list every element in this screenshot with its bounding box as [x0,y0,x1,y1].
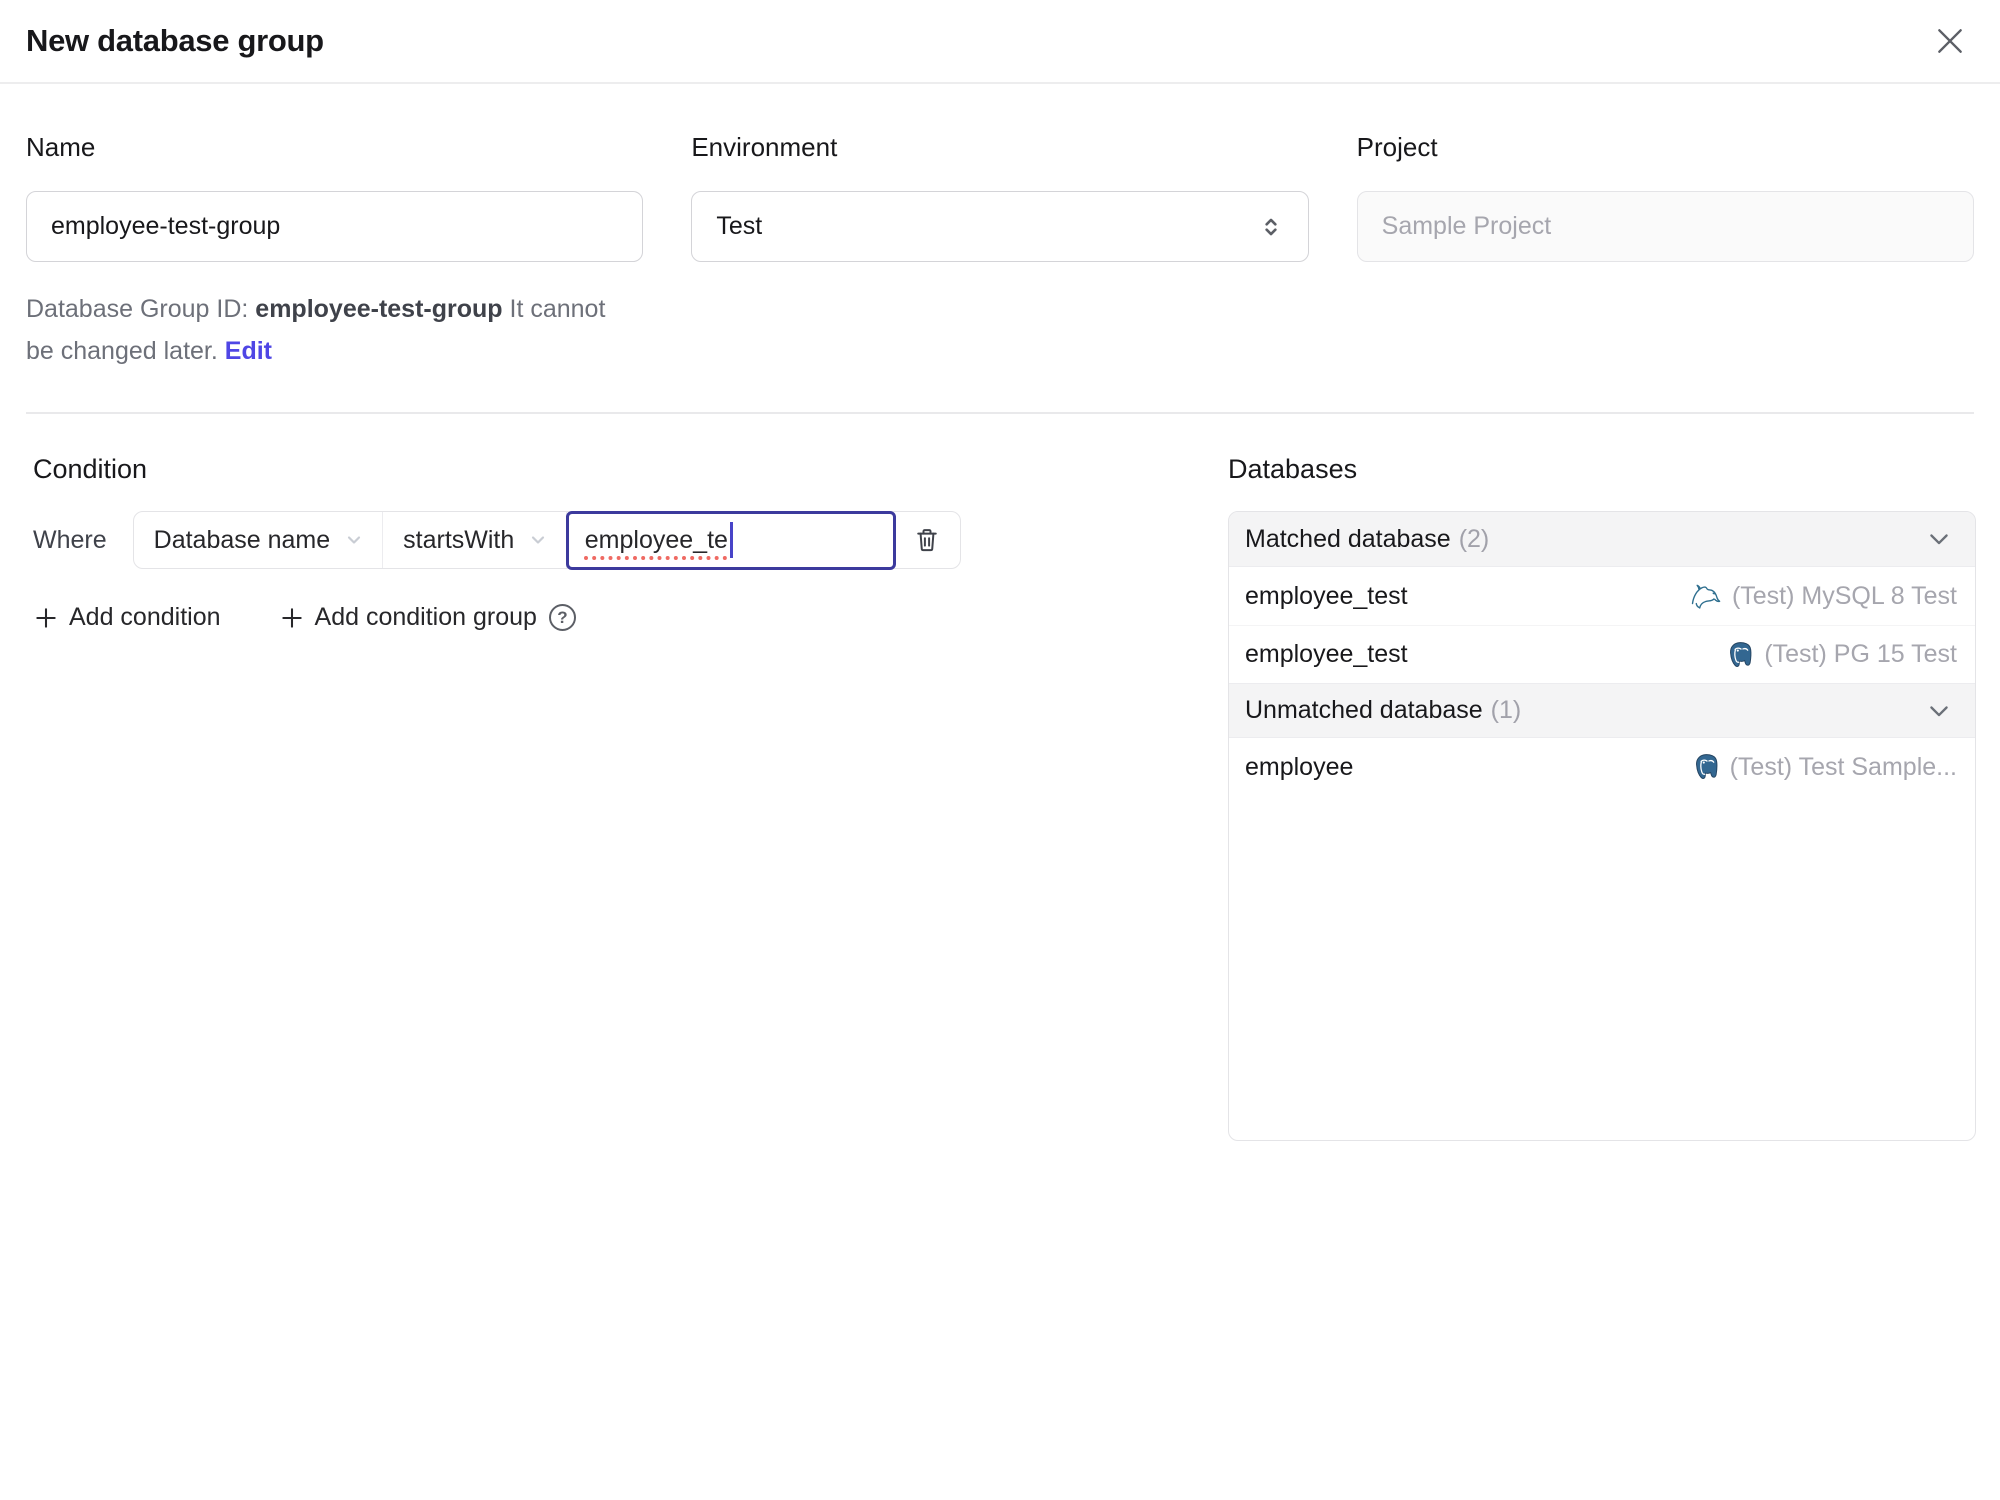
databases-section: Databases Matched database (2) employee_t… [1228,454,1976,1141]
delete-condition-button[interactable] [894,512,960,568]
chevron-down-icon [528,530,548,550]
name-label: Name [26,132,96,162]
database-name: employee_test [1245,581,1408,610]
condition-value-text: employee_te [584,525,728,554]
condition-row: Where Database name startsWith employee_… [33,510,1182,570]
condition-field-value: Database name [153,525,331,554]
form-row: Name Database Group ID: employee-test-gr… [0,84,2000,372]
databases-heading: Databases [1228,454,1358,484]
group-id-note: Database Group ID: employee-test-group I… [26,288,626,372]
chevron-down-icon [1925,525,1953,553]
close-button[interactable] [1930,21,1970,61]
database-instance: (Test) PG 15 Test [1726,640,1957,669]
bottom-section: Condition Where Database name startsWith [0,414,2000,1141]
database-row[interactable]: employee (Test) Test Sample... [1229,738,1975,796]
name-input[interactable] [26,191,644,262]
unmatched-database-count: (1) [1490,696,1522,724]
project-input: Sample Project [1356,191,1974,262]
id-note-prefix: Database Group ID: [26,295,256,323]
chevron-up-down-icon [1258,214,1284,240]
project-field-group: Project Sample Project [1356,132,1974,372]
unmatched-database-label: Unmatched database [1245,696,1483,724]
database-row[interactable]: employee_test (Test) MySQL 8 Test [1229,567,1975,625]
database-row[interactable]: employee_test (Test) PG 15 Test [1229,625,1975,683]
help-icon[interactable]: ? [548,604,576,631]
condition-value-input[interactable]: employee_te [565,510,896,570]
add-condition-group-label: Add condition group [314,603,537,631]
text-cursor [729,522,733,558]
matched-database-title: Matched database (2) [1245,525,1489,554]
add-condition-label: Add condition [69,603,221,631]
project-label: Project [1356,132,1438,162]
plus-icon [33,605,59,631]
project-value: Sample Project [1381,212,1552,240]
id-note-id: employee-test-group [255,295,503,323]
condition-expression-group: Database name startsWith employee_te [132,510,962,570]
condition-actions: Add condition Add condition group ? [33,603,1182,632]
condition-field-select[interactable]: Database name [134,512,384,568]
mysql-icon [1690,583,1722,609]
condition-operator-select[interactable]: startsWith [383,512,568,568]
add-condition-group-button[interactable]: Add condition group ? [279,603,576,632]
matched-database-label: Matched database [1245,524,1451,553]
database-instance: (Test) Test Sample... [1692,753,1957,782]
database-name: employee_test [1245,640,1408,668]
plus-icon [279,605,305,631]
close-icon [1934,25,1966,57]
unmatched-database-header[interactable]: Unmatched database (1) [1229,683,1975,738]
where-label: Where [33,525,107,554]
database-instance-label: (Test) MySQL 8 Test [1731,581,1957,610]
matched-database-count: (2) [1458,524,1490,553]
database-instance: (Test) MySQL 8 Test [1690,582,1957,611]
postgresql-icon [1692,753,1720,781]
dialog-header: New database group [0,0,2000,84]
environment-select[interactable]: Test [691,191,1309,262]
postgresql-icon [1726,641,1754,669]
database-instance-label: (Test) PG 15 Test [1764,640,1957,668]
matched-database-header[interactable]: Matched database (2) [1229,512,1975,567]
unmatched-database-title: Unmatched database (1) [1245,696,1521,725]
condition-section: Condition Where Database name startsWith [26,454,1182,632]
add-condition-button[interactable]: Add condition [33,603,221,632]
condition-operator-value: startsWith [403,525,515,554]
databases-panel: Matched database (2) employee_test (Test… [1228,511,1976,1141]
chevron-down-icon [344,530,364,550]
condition-heading: Condition [33,454,148,484]
edit-id-link[interactable]: Edit [225,337,272,365]
dialog-title: New database group [26,23,324,58]
environment-field-group: Environment Test [691,132,1309,372]
environment-label: Environment [691,132,838,162]
chevron-down-icon [1925,697,1953,725]
database-instance-label: (Test) Test Sample... [1729,752,1957,781]
environment-selected-value: Test [716,212,763,240]
trash-icon [913,526,941,554]
name-field-group: Name Database Group ID: employee-test-gr… [26,132,644,372]
database-name: employee [1245,752,1354,781]
